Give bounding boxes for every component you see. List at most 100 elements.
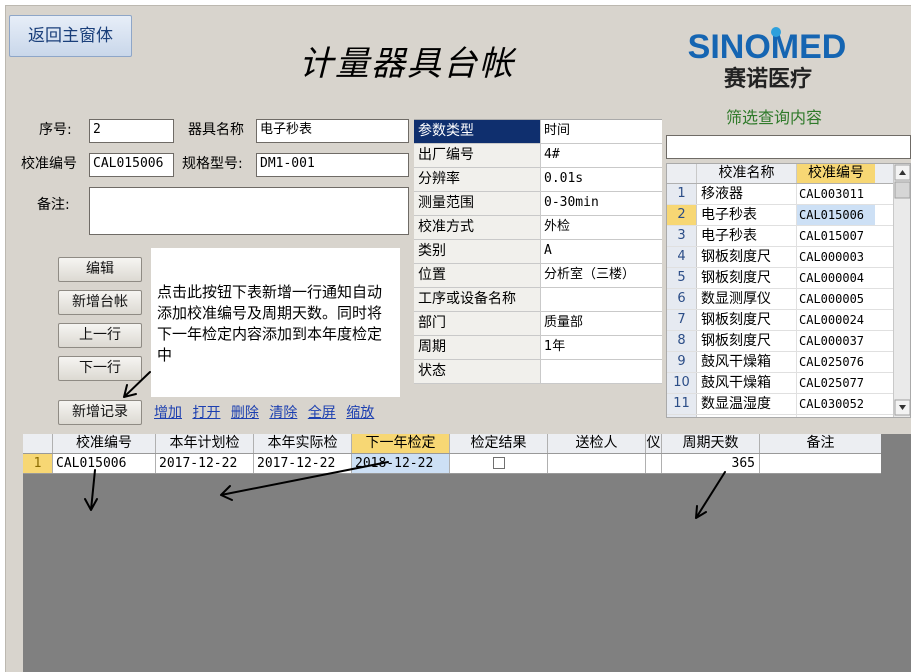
param-value[interactable]: 4# (541, 144, 662, 167)
param-value[interactable]: 0-30min (541, 192, 662, 215)
list-item-name[interactable]: 移液器 (697, 184, 797, 204)
list-item-name[interactable]: 钢板刻度尺 (697, 331, 797, 351)
list-item-number[interactable]: 4 (667, 247, 697, 267)
list-col-name[interactable]: 校准名称 (697, 164, 797, 183)
grid-col-header[interactable]: 备注 (760, 434, 881, 453)
link-open[interactable]: 打开 (192, 405, 220, 421)
serial-field[interactable]: 2 (89, 119, 174, 143)
list-item-name[interactable]: 钢板刻度尺 (697, 268, 797, 288)
param-value[interactable]: 时间 (541, 120, 662, 143)
param-value[interactable]: A (541, 240, 662, 263)
link-add[interactable]: 增加 (154, 405, 182, 421)
list-item[interactable]: 2 电子秒表 CAL015006 (667, 205, 910, 226)
list-item[interactable]: 7 钢板刻度尺 CAL000024 (667, 310, 910, 331)
grid-col-header[interactable]: 仪 (646, 434, 662, 453)
list-item-number[interactable]: 7 (667, 310, 697, 330)
name-field[interactable]: 电子秒表 (256, 119, 409, 143)
grid-col-header[interactable]: 本年实际检 (254, 434, 352, 453)
remark-field[interactable] (89, 187, 409, 235)
list-item-name[interactable]: 钢板刻度尺 (697, 310, 797, 330)
list-item[interactable]: 9 鼓风干燥箱 CAL025076 (667, 352, 910, 373)
list-item-number[interactable]: 8 (667, 331, 697, 351)
list-item[interactable]: 移液器CAL003014 (667, 415, 910, 417)
link-fullscreen[interactable]: 全屏 (308, 405, 336, 421)
grid-corner[interactable] (23, 434, 53, 453)
prev-row-button[interactable]: 上一行 (58, 323, 142, 348)
edit-button[interactable]: 编辑 (58, 257, 142, 282)
grid-cell-result[interactable] (450, 454, 548, 473)
param-value[interactable]: 外检 (541, 216, 662, 239)
table-row[interactable]: 1 CAL015006 2017-12-22 2017-12-22 2018-1… (23, 454, 881, 474)
link-zoom[interactable]: 缩放 (346, 405, 374, 421)
link-delete[interactable]: 删除 (231, 405, 259, 421)
list-item-code[interactable]: CAL015007 (797, 226, 875, 246)
result-checkbox[interactable] (492, 457, 505, 469)
list-item[interactable]: 4 钢板刻度尺 CAL000003 (667, 247, 910, 268)
list-item-code[interactable]: CAL000024 (797, 310, 875, 330)
list-item[interactable]: 11 数显温湿度 CAL030052 (667, 394, 910, 415)
grid-cell-actual[interactable]: 2017-12-22 (254, 454, 352, 473)
grid-col-header[interactable]: 检定结果 (450, 434, 548, 453)
list-item-number[interactable]: 6 (667, 289, 697, 309)
list-item[interactable]: 1 移液器 CAL003011 (667, 184, 910, 205)
list-item-name[interactable]: 钢板刻度尺 (697, 247, 797, 267)
param-value[interactable] (541, 360, 662, 383)
list-item-code[interactable]: CAL000004 (797, 268, 875, 288)
list-item-code[interactable]: CAL003011 (797, 184, 875, 204)
calib-field[interactable]: CAL015006 (89, 153, 174, 177)
list-item-code[interactable]: CAL000005 (797, 289, 875, 309)
list-item-name[interactable]: 鼓风干燥箱 (697, 352, 797, 372)
list-item-name[interactable]: 数显测厚仪 (697, 289, 797, 309)
list-item-name[interactable]: 电子秒表 (697, 205, 797, 225)
list-item[interactable]: 3 电子秒表 CAL015007 (667, 226, 910, 247)
grid-col-header[interactable]: 周期天数 (662, 434, 760, 453)
list-item-name[interactable]: 移液器 (697, 415, 797, 417)
grid-col-header[interactable]: 校准编号 (53, 434, 156, 453)
list-item-name[interactable]: 数显温湿度 (697, 394, 797, 414)
list-item[interactable]: 8 钢板刻度尺 CAL000037 (667, 331, 910, 352)
link-clear[interactable]: 清除 (269, 405, 297, 421)
list-item-number[interactable]: 5 (667, 268, 697, 288)
grid-cell-days[interactable]: 365 (662, 454, 760, 473)
grid-cell-plan[interactable]: 2017-12-22 (156, 454, 254, 473)
next-row-button[interactable]: 下一行 (58, 356, 142, 381)
param-value[interactable]: 质量部 (541, 312, 662, 335)
list-item[interactable]: 10 鼓风干燥箱 CAL025077 (667, 373, 910, 394)
grid-row-number[interactable]: 1 (23, 454, 53, 473)
new-record-button[interactable]: 新增记录 (58, 400, 142, 425)
grid-col-header[interactable]: 下一年检定 (352, 434, 450, 453)
param-value[interactable]: 分析室（三楼） (541, 264, 662, 287)
grid-col-header[interactable]: 本年计划检 (156, 434, 254, 453)
model-field[interactable]: DM1-001 (256, 153, 409, 177)
grid-cell-next[interactable]: 2018-12-22 (352, 454, 450, 473)
param-value[interactable]: 1年 (541, 336, 662, 359)
grid-cell-sender[interactable] (548, 454, 646, 473)
list-item-number[interactable] (667, 415, 697, 417)
list-item-code[interactable]: CAL015006 (797, 205, 875, 225)
list-item-number[interactable]: 9 (667, 352, 697, 372)
list-corner[interactable] (667, 164, 697, 183)
list-item-code[interactable]: CAL025076 (797, 352, 875, 372)
list-item-name[interactable]: 电子秒表 (697, 226, 797, 246)
list-item[interactable]: 6 数显测厚仪 CAL000005 (667, 289, 910, 310)
list-col-code[interactable]: 校准编号 (797, 164, 875, 183)
grid-col-header[interactable]: 送检人 (548, 434, 646, 453)
list-item-number[interactable]: 1 (667, 184, 697, 204)
list-item-number[interactable]: 11 (667, 394, 697, 414)
list-item-number[interactable]: 2 (667, 205, 697, 225)
list-scrollbar[interactable] (893, 164, 910, 417)
list-item-code[interactable]: CAL000037 (797, 331, 875, 351)
param-value[interactable] (541, 288, 662, 311)
new-ledger-button[interactable]: 新增台帐 (58, 290, 142, 315)
list-item-name[interactable]: 鼓风干燥箱 (697, 373, 797, 393)
back-to-main-button[interactable]: 返回主窗体 (9, 15, 132, 57)
list-item-code[interactable]: CAL003014 (797, 415, 875, 417)
grid-cell-code[interactable]: CAL015006 (53, 454, 156, 473)
filter-input[interactable] (666, 135, 911, 159)
list-item-code[interactable]: CAL000003 (797, 247, 875, 267)
list-item-code[interactable]: CAL030052 (797, 394, 875, 414)
list-item[interactable]: 5 钢板刻度尺 CAL000004 (667, 268, 910, 289)
param-value[interactable]: 0.01s (541, 168, 662, 191)
grid-cell-instrument[interactable] (646, 454, 662, 473)
list-item-code[interactable]: CAL025077 (797, 373, 875, 393)
